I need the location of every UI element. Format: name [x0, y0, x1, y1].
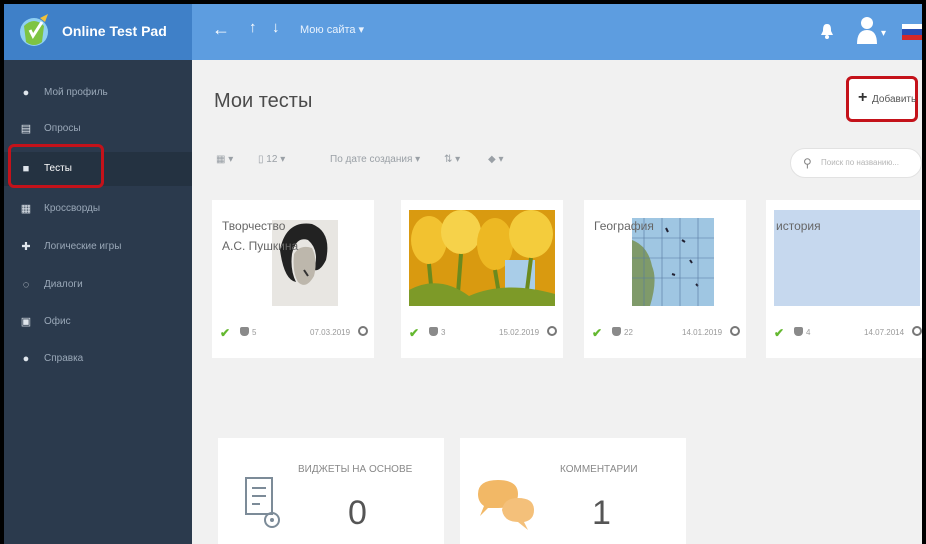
sidebar-item-label: Мой профиль — [44, 87, 108, 98]
tag-icon: ◆ — [488, 154, 496, 165]
card-title: Творчество А.С. Пушкина — [222, 219, 299, 253]
check-icon: ✔ — [409, 326, 420, 340]
logo-area[interactable]: Online Test Pad — [4, 4, 192, 60]
sidebar-item-dialogs[interactable]: ◌ Диалоги — [4, 268, 192, 302]
results-count: 22 — [624, 328, 633, 337]
card-image — [409, 210, 555, 306]
card-title: География — [594, 219, 654, 233]
sidebar-item-help[interactable]: ● Справка — [4, 342, 192, 376]
card-title: история — [776, 219, 821, 233]
sites-dropdown[interactable]: Мою сайта ▾ — [300, 23, 364, 36]
check-icon: ✔ — [220, 326, 231, 340]
add-button[interactable]: + Добавить — [846, 76, 918, 122]
stat-value: 1 — [592, 494, 611, 532]
card-date: 15.02.2019 — [499, 328, 540, 337]
sidebar-item-label: Справка — [44, 353, 84, 364]
bell-icon[interactable] — [820, 23, 834, 39]
document-icon: ▯ — [258, 154, 264, 165]
sort-order-toggle[interactable]: ⇅ ▾ — [444, 154, 460, 165]
tulips-image — [409, 210, 555, 306]
user-icon: ● — [22, 87, 30, 99]
office-icon: ▣ — [20, 316, 32, 328]
page-title: Мои тесты — [214, 90, 313, 112]
plus-icon: + — [858, 89, 868, 106]
results-count: 3 — [441, 328, 446, 337]
sidebar-item-label: Офис — [44, 316, 71, 327]
gear-icon[interactable] — [730, 326, 740, 336]
app-window: Online Test Pad ← ↑ ↓ Мою сайта ▾ ▾ ● Мо… — [4, 4, 922, 544]
card-footer: ✔ 4 14.07.2014 — [774, 324, 922, 342]
trophy-icon — [240, 327, 249, 336]
top-bar: Online Test Pad ← ↑ ↓ Мою сайта ▾ ▾ — [4, 4, 922, 60]
trophy-icon — [794, 327, 803, 336]
grid-view-icon: ▦ — [216, 154, 226, 165]
sidebar-item-label: Логические игры — [44, 241, 122, 252]
poll-icon: ▤ — [20, 123, 32, 135]
test-card[interactable]: ✔ 3 15.02.2019 — [401, 200, 563, 358]
per-page-value: 12 — [266, 154, 278, 165]
comments-icon — [478, 480, 534, 530]
sidebar-item-logic-games[interactable]: ✚ Логические игры — [4, 230, 192, 264]
sidebar-item-polls[interactable]: ▤ Опросы — [4, 112, 192, 146]
card-footer: ✔ 5 07.03.2019 — [220, 324, 370, 342]
comments-stat-card[interactable]: КОММЕНТАРИИ 1 — [460, 438, 686, 544]
stat-title: КОММЕНТАРИИ — [560, 464, 638, 475]
sort-order-icon: ⇅ — [444, 154, 453, 165]
gear-icon[interactable] — [912, 326, 922, 336]
sidebar-item-label: Кроссворды — [44, 203, 101, 214]
sidebar-item-crosswords[interactable]: ▦ Кроссворды — [4, 192, 192, 226]
move-down-icon[interactable]: ↓ — [272, 19, 280, 36]
user-menu-caret[interactable]: ▾ — [881, 28, 886, 39]
puzzle-icon: ✚ — [21, 241, 31, 253]
card-date: 14.01.2019 — [682, 328, 723, 337]
check-icon: ✔ — [774, 326, 785, 340]
stat-value: 0 — [348, 494, 367, 532]
stat-title: ВИДЖЕТЫ НА ОСНОВЕ — [298, 464, 413, 475]
sort-select[interactable]: По дате создания ▾ — [330, 154, 420, 165]
check-icon: ✔ — [592, 326, 603, 340]
view-toggle[interactable]: ▦ ▾ — [216, 154, 233, 165]
per-page-caret: ▾ — [280, 154, 286, 165]
logo-icon — [20, 14, 48, 46]
card-footer: ✔ 22 14.01.2019 — [592, 324, 742, 342]
test-card[interactable]: история ✔ 4 14.07.2014 — [766, 200, 922, 358]
add-button-label: Добавить — [872, 94, 917, 105]
card-date: 07.03.2019 — [310, 328, 351, 337]
test-card[interactable]: Творчество А.С. Пушкина ✔ 5 07.03.2019 — [212, 200, 374, 358]
results-count: 4 — [806, 328, 811, 337]
card-footer: ✔ 3 15.02.2019 — [409, 324, 559, 342]
sidebar-item-profile[interactable]: ● Мой профиль — [4, 76, 192, 110]
sidebar-item-label: Опросы — [44, 123, 81, 134]
trophy-icon — [429, 327, 438, 336]
results-count: 5 — [252, 328, 257, 337]
flag-icon[interactable] — [902, 24, 922, 40]
widgets-stat-card[interactable]: ВИДЖЕТЫ НА ОСНОВЕ 0 — [218, 438, 444, 544]
view-caret: ▾ — [228, 154, 234, 165]
user-icon[interactable] — [856, 15, 878, 45]
highlight-frame-tests — [8, 144, 104, 188]
help-icon: ● — [22, 353, 30, 365]
per-page-select[interactable]: ▯ 12 ▾ — [258, 154, 285, 165]
app-name: Online Test Pad — [62, 23, 167, 39]
sidebar: ● Мой профиль ▤ Опросы ■ Тесты ▦ Кроссво… — [4, 60, 192, 544]
move-up-icon[interactable]: ↑ — [249, 19, 257, 36]
dialog-icon: ◌ — [22, 279, 30, 291]
widget-settings-icon — [245, 477, 280, 528]
test-card[interactable]: География ✔ 22 14.01.2019 — [584, 200, 746, 358]
search-input[interactable]: ⚲ Поиск по названию... — [790, 148, 922, 178]
search-placeholder: Поиск по названию... — [821, 158, 900, 167]
search-icon: ⚲ — [803, 156, 812, 170]
back-arrow-icon[interactable]: ← — [212, 19, 230, 40]
sort-order-caret: ▾ — [455, 154, 461, 165]
card-date: 14.07.2014 — [864, 328, 905, 337]
tags-filter[interactable]: ◆ ▾ — [488, 154, 504, 165]
gear-icon[interactable] — [547, 326, 557, 336]
sidebar-item-office[interactable]: ▣ Офис — [4, 305, 192, 339]
trophy-icon — [612, 327, 621, 336]
tags-caret: ▾ — [498, 154, 504, 165]
sidebar-item-label: Диалоги — [44, 279, 83, 290]
gear-icon[interactable] — [358, 326, 368, 336]
crossword-icon: ▦ — [20, 203, 32, 215]
